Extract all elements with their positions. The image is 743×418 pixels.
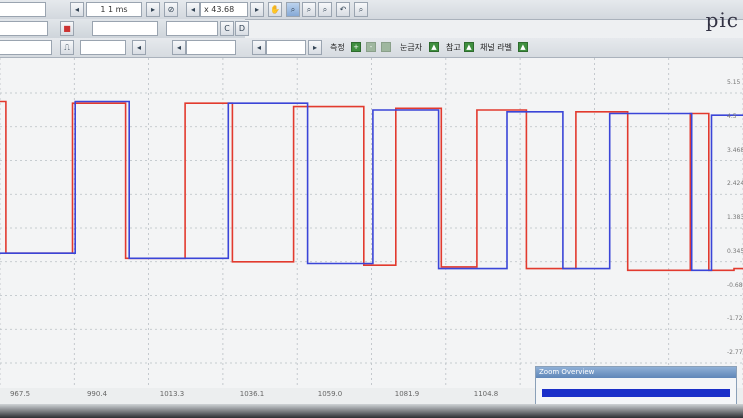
y-tick-label: 0.345 xyxy=(727,247,743,255)
y-tick-label: 2.424 xyxy=(727,180,743,188)
x-tick-label: 1081.9 xyxy=(394,390,420,398)
chevron-left-icon[interactable]: ◂ xyxy=(132,40,146,55)
x-tick-label: 1059.0 xyxy=(317,390,343,398)
y-tick-label: 3.468 xyxy=(727,146,743,154)
trigger-icon[interactable]: ⎍ xyxy=(60,40,74,55)
x-tick-label: 1013.3 xyxy=(159,390,185,398)
undo-zoom-icon[interactable]: ↶ xyxy=(336,2,350,17)
zoom-value[interactable]: x 43.68 xyxy=(200,2,248,17)
hand-icon[interactable]: ✋ xyxy=(268,2,282,17)
x-tick-label: 990.4 xyxy=(86,390,108,398)
channel-label-toggle-icon[interactable]: ▲ xyxy=(518,42,528,52)
chevron-left-icon[interactable]: ◂ xyxy=(70,2,84,17)
x-tick-label: 967.5 xyxy=(9,390,31,398)
chevron-right-icon[interactable]: ▸ xyxy=(146,2,160,17)
trigger-level-field[interactable] xyxy=(186,40,236,55)
channel-a-coupling-select[interactable] xyxy=(92,21,158,36)
timebase-select[interactable]: 1 1 ms xyxy=(86,2,142,17)
zoom-out-icon[interactable]: ⌕ xyxy=(302,2,316,17)
monitor-bezel xyxy=(0,404,743,418)
y-tick-label: 1.383 xyxy=(727,214,743,221)
remove-measure-icon[interactable]: - xyxy=(366,42,376,52)
zoom-fit-icon[interactable]: ⌕ xyxy=(354,2,368,17)
zoom-overview-panel[interactable]: Zoom Overview xyxy=(535,366,737,406)
zoom-overview-bar[interactable] xyxy=(542,389,730,397)
measure-label: 측정 xyxy=(330,43,345,52)
chevron-left-icon[interactable]: ◂ xyxy=(186,2,200,17)
chevron-right-icon[interactable]: ▸ xyxy=(308,40,322,55)
x-tick-label: 1036.1 xyxy=(239,390,265,398)
settings-icon[interactable]: ⊘ xyxy=(164,2,178,17)
scope-plot xyxy=(0,58,743,388)
chevron-right-icon[interactable]: ▸ xyxy=(250,2,264,17)
coupling-c-button[interactable]: C xyxy=(220,21,234,36)
channel-select[interactable] xyxy=(0,2,46,17)
y-tick-label: -2.770 xyxy=(727,349,743,356)
toolbar-row-3: ⎍ ◂ ◂ ◂ ▸ 측정 + - 눈금자 ▲ 참고 ▲ 채널 라벨 ▲ xyxy=(0,38,743,58)
y-tick-label: -0.684 xyxy=(727,281,743,289)
channel-a-color-icon[interactable]: ■ xyxy=(60,21,74,36)
trigger-source-select[interactable] xyxy=(80,40,126,55)
y-tick-label: 5.15 xyxy=(727,79,741,86)
add-measure-icon[interactable]: + xyxy=(351,42,361,52)
ruler-toggle-icon[interactable]: ▲ xyxy=(429,42,439,52)
zoom-area-icon[interactable]: ⌕ xyxy=(318,2,332,17)
reference-label: 참고 xyxy=(446,43,461,52)
y-tick-label: -1.727 xyxy=(727,315,743,323)
zoom-in-icon[interactable]: ⌕ xyxy=(286,2,300,17)
coupling-d-button[interactable]: D xyxy=(235,21,249,36)
scope-plot-area[interactable]: 5.15 4.5 3.468 2.424 1.383 0.345 -0.684 -1.727 -… xyxy=(0,58,743,388)
zoom-overview-title: Zoom Overview xyxy=(536,367,736,378)
chevron-left-icon[interactable]: ◂ xyxy=(172,40,186,55)
toolbar-row-1: ◂ 1 1 ms ▸ ⊘ ◂ x 43.68 ▸ ✋ ⌕ ⌕ ⌕ ↶ ⌕ xyxy=(0,0,743,20)
channel-label-label: 채널 라벨 xyxy=(480,43,512,52)
ruler-label: 눈금자 xyxy=(400,43,423,52)
x-tick-label: 1104.8 xyxy=(473,390,499,398)
reference-toggle-icon[interactable]: ▲ xyxy=(464,42,474,52)
app-logo: pic xyxy=(705,8,739,32)
edit-measure-icon[interactable] xyxy=(381,42,391,52)
y-tick-label: 4.5 xyxy=(727,112,737,120)
trigger-mode-select[interactable] xyxy=(0,40,52,55)
channel-a-range-select[interactable] xyxy=(0,21,48,36)
toolbar-row-2: ■ C D xyxy=(0,19,249,39)
chevron-left-icon[interactable]: ◂ xyxy=(252,40,266,55)
pre-trigger-field[interactable] xyxy=(266,40,306,55)
channel-b-range-select[interactable] xyxy=(166,21,218,36)
